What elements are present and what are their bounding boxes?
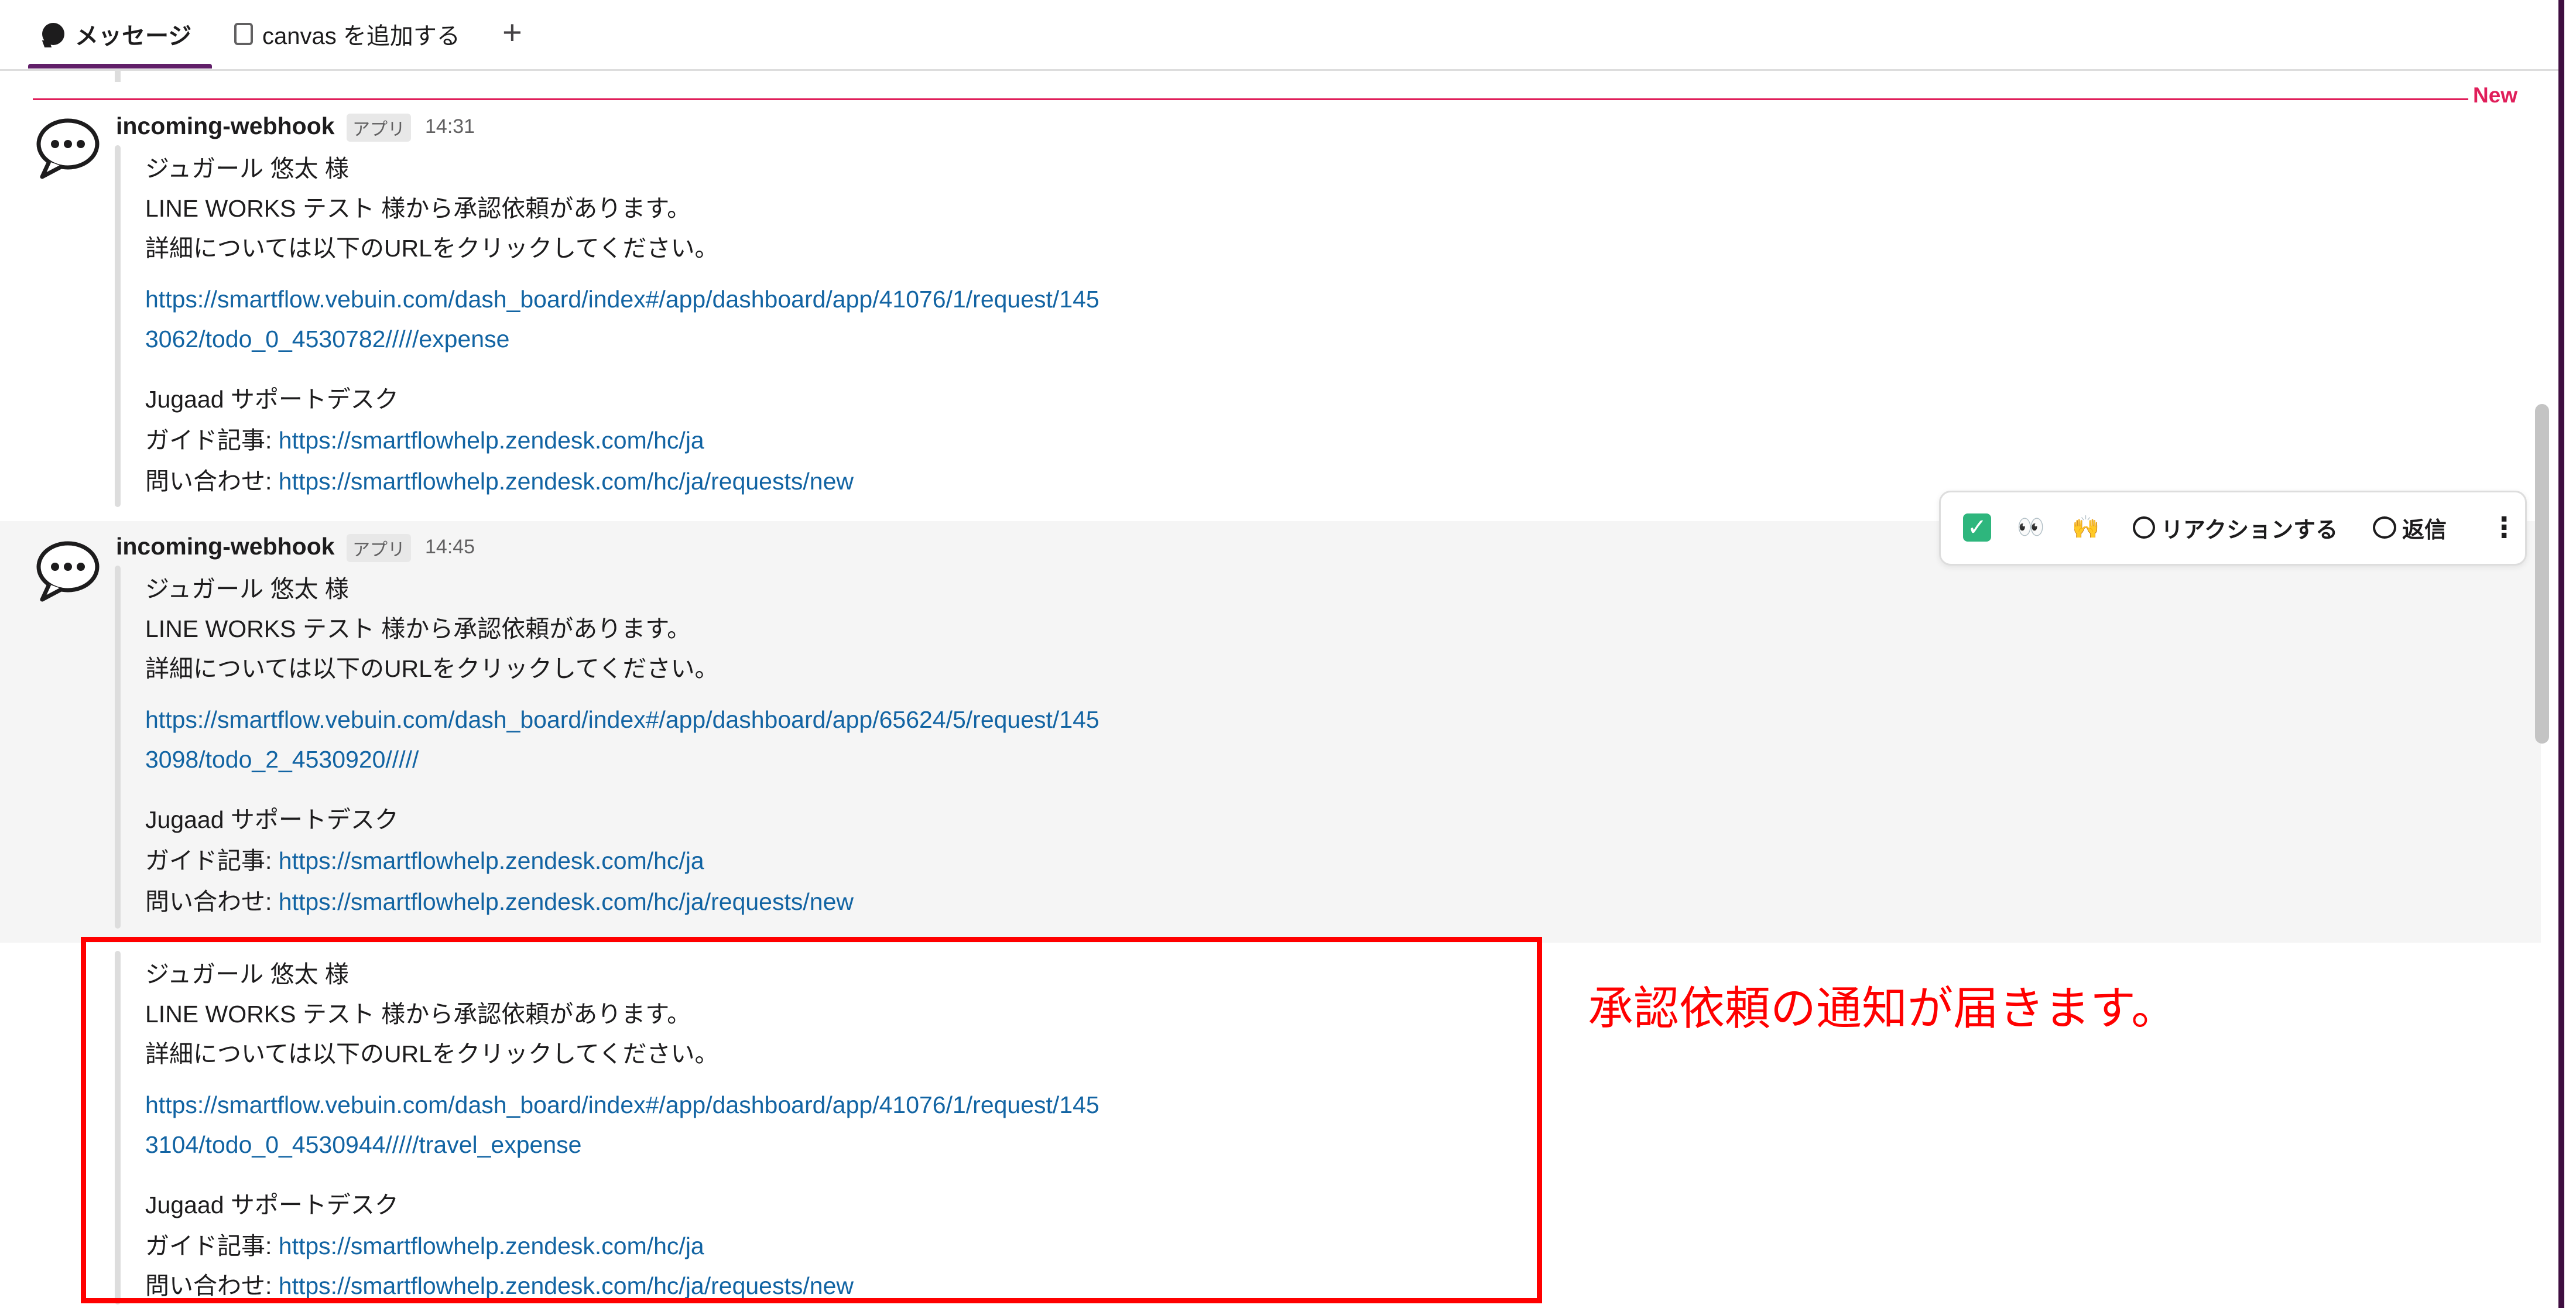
tab-add-canvas[interactable]: canvas を追加する [234,16,460,52]
guide-link[interactable]: https://smartflowhelp.zendesk.com/hc/ja [279,427,704,454]
sender-name[interactable]: incoming-webhook [116,533,335,560]
contact-line: 問い合わせ: https://smartflowhelp.zendesk.com… [145,882,854,917]
attachment-bar [115,566,121,929]
message-2[interactable]: incoming-webhook アプリ 14:45 ジュガール 悠太 様 LI… [0,521,2541,943]
guide-label: ガイド記事: [145,847,279,874]
speech-bubble-avatar-icon[interactable] [33,116,103,180]
message-line: 詳細については以下のURLをクリックしてください。 [145,655,719,682]
guide-line: ガイド記事: https://smartflowhelp.zendesk.com… [145,841,704,876]
request-url-link-cont[interactable]: 3098/todo_2_4530920///// [145,746,419,773]
tab-messages[interactable]: メッセージ [42,16,191,52]
annotation-text: 承認依頼の通知が届きます。 [1588,982,2177,1034]
add-tab-button[interactable]: + [502,15,522,50]
react-raised-hands-button[interactable]: 🙌 [2072,509,2099,546]
message-1[interactable]: incoming-webhook アプリ 14:31 ジュガール 悠太 様 LI… [0,105,2541,515]
contact-line: 問い合わせ: https://smartflowhelp.zendesk.com… [145,461,854,497]
eyes-emoji-icon: 👀 [2017,515,2045,540]
request-url-link[interactable]: https://smartflow.vebuin.com/dash_board/… [145,706,1099,734]
add-reaction-label: リアクションする [2161,518,2338,543]
support-desk-name: Jugaad サポートデスク [145,806,399,833]
highlight-box [81,937,1542,1303]
react-eyes-button[interactable]: 👀 [2017,509,2044,546]
timestamp[interactable]: 14:31 [425,115,475,138]
add-reaction-icon [2133,516,2155,539]
tab-canvas-label: canvas を追加する [262,23,460,49]
app-badge: アプリ [347,534,411,562]
react-check-button[interactable]: ✓ [1963,509,1991,546]
reply-in-thread-button[interactable]: 返信 [2373,509,2447,546]
message-line: ジュガール 悠太 様 [145,155,349,182]
more-actions-button[interactable]: ⋮ [2490,509,2518,546]
canvas-icon [234,23,253,45]
message-bubble-icon [42,23,64,45]
request-url-link[interactable]: https://smartflow.vebuin.com/dash_board/… [145,286,1099,313]
add-reaction-button[interactable]: リアクションする [2133,509,2338,546]
contact-link[interactable]: https://smartflowhelp.zendesk.com/hc/ja/… [279,468,854,495]
new-messages-divider [33,98,2468,100]
app-badge: アプリ [347,114,411,142]
message-line: LINE WORKS テスト 様から承認依頼があります。 [145,195,691,222]
active-tab-indicator [28,64,212,69]
message-actions-toolbar: ✓ 👀 🙌 リアクションする 返信 ⋮ [1939,491,2527,566]
tab-messages-label: メッセージ [75,23,192,49]
message-line: 詳細については以下のURLをクリックしてください。 [145,235,719,262]
new-messages-label: New [2473,83,2518,107]
reply-icon [2373,516,2396,539]
window-edge [2558,0,2564,1308]
more-vertical-icon: ⋮ [2490,512,2518,543]
contact-label: 問い合わせ: [145,468,279,495]
attachment-bar-stub [115,69,121,82]
message-line: LINE WORKS テスト 様から承認依頼があります。 [145,615,691,642]
guide-label: ガイド記事: [145,427,279,454]
scrollbar-thumb[interactable] [2535,404,2549,744]
guide-line: ガイド記事: https://smartflowhelp.zendesk.com… [145,420,704,456]
attachment-bar [115,145,121,507]
raised-hands-emoji-icon: 🙌 [2072,515,2100,540]
message-line: ジュガール 悠太 様 [145,576,349,602]
request-url-link-cont[interactable]: 3062/todo_0_4530782/////expense [145,326,509,353]
contact-label: 問い合わせ: [145,888,279,915]
support-desk-name: Jugaad サポートデスク [145,386,399,413]
timestamp[interactable]: 14:45 [425,536,475,559]
guide-link[interactable]: https://smartflowhelp.zendesk.com/hc/ja [279,847,704,874]
contact-link[interactable]: https://smartflowhelp.zendesk.com/hc/ja/… [279,888,854,915]
sender-name[interactable]: incoming-webhook [116,112,335,140]
channel-tab-bar: メッセージ canvas を追加する + [0,0,2558,71]
check-mark-emoji-icon: ✓ [1963,513,1991,542]
reply-label: 返信 [2402,518,2447,543]
speech-bubble-avatar-icon[interactable] [33,539,103,603]
